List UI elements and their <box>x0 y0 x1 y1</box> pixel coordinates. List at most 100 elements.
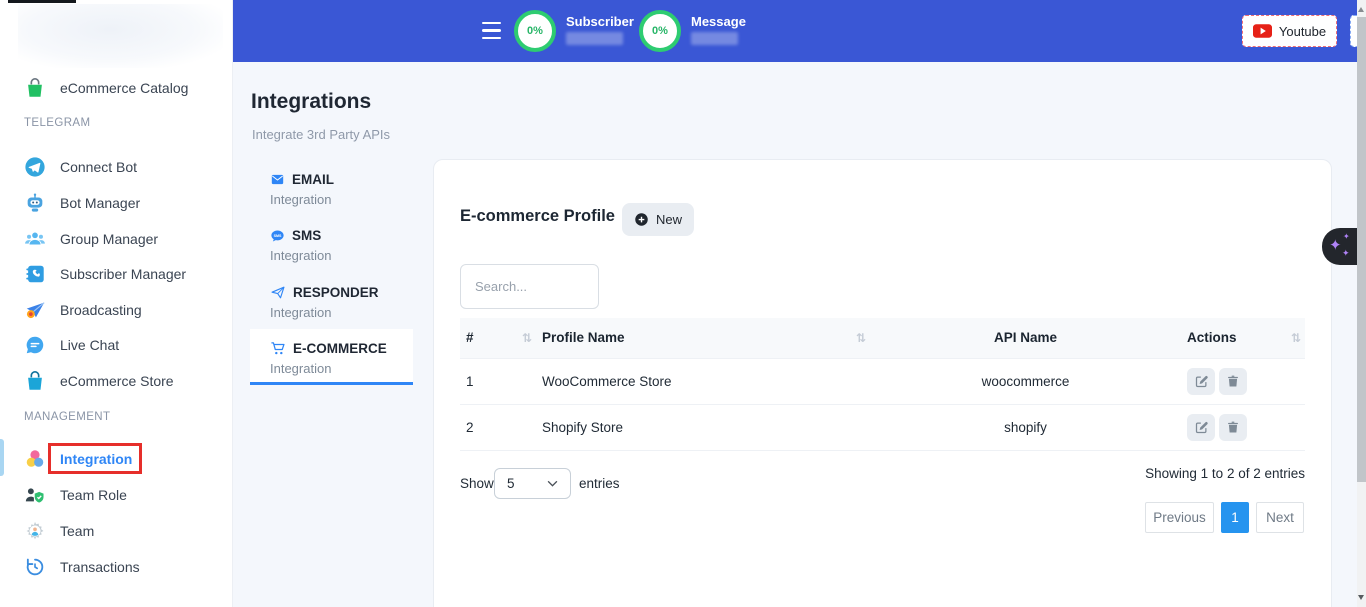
sidebar: eCommerce Catalog TELEGRAM Connect Bot B… <box>0 0 233 607</box>
sidebar-item-label: Team <box>60 523 94 539</box>
show-label: Show <box>460 476 494 491</box>
email-icon <box>270 173 285 186</box>
sparkle-icon: ✦ <box>1329 238 1342 253</box>
vertical-scrollbar[interactable] <box>1357 0 1366 607</box>
page-subtitle: Integrate 3rd Party APIs <box>252 127 390 142</box>
page-size-value: 5 <box>507 476 515 491</box>
youtube-button[interactable]: Youtube <box>1242 15 1337 47</box>
sidebar-item-ecommerce-store[interactable]: eCommerce Store <box>0 367 233 395</box>
subnav-tab-subtitle: Integration <box>270 361 420 376</box>
subscriber-redacted-value <box>566 32 623 45</box>
sidebar-item-integration[interactable]: Integration <box>0 445 233 473</box>
subnav-tab-subtitle: Integration <box>270 305 420 320</box>
ai-assistant-button[interactable]: ✦ ✦ ✦ <box>1322 228 1357 265</box>
sidebar-item-connect-bot[interactable]: Connect Bot <box>0 153 233 181</box>
delete-button[interactable] <box>1219 368 1247 395</box>
subnav-tab-title: SMS <box>292 228 321 243</box>
message-progress-circle: 0% <box>639 10 681 52</box>
sidebar-item-bot-manager[interactable]: Bot Manager <box>0 189 233 217</box>
new-button[interactable]: New <box>622 203 694 236</box>
subnav-tab-title: E-COMMERCE <box>293 341 387 356</box>
sparkle-icon: ✦ <box>1342 249 1350 258</box>
sort-icon[interactable]: ⇅ <box>856 331 866 345</box>
column-header-num[interactable]: # ⇅ <box>460 318 536 358</box>
youtube-icon <box>1253 24 1272 38</box>
broadcast-plane-icon <box>24 299 46 321</box>
sort-icon[interactable]: ⇅ <box>1291 331 1301 345</box>
pagination-page-1-button[interactable]: 1 <box>1221 502 1249 533</box>
robot-icon <box>24 192 46 214</box>
sidebar-item-ecommerce-catalog[interactable]: eCommerce Catalog <box>0 74 233 102</box>
sidebar-item-label: Team Role <box>60 487 127 503</box>
column-header-api-name[interactable]: API Name <box>870 318 1181 358</box>
trash-icon <box>1226 420 1240 435</box>
sidebar-item-group-manager[interactable]: Group Manager <box>0 225 233 253</box>
edit-pencil-icon <box>1194 374 1209 389</box>
top-header: 0% Subscriber 0% Message Youtube Discuss… <box>233 0 1357 62</box>
group-icon <box>24 228 46 250</box>
sidebar-item-label: Integration <box>60 451 132 467</box>
subnav-tab-email[interactable]: EMAIL Integration <box>270 172 420 207</box>
column-header-actions[interactable]: Actions ⇅ <box>1181 318 1305 358</box>
profile-name-cell: Shopify Store <box>536 404 870 450</box>
sort-icon[interactable]: ⇅ <box>522 331 532 345</box>
subnav-tab-responder[interactable]: RESPONDER Integration <box>270 285 420 320</box>
row-number: 2 <box>460 404 536 450</box>
message-stat-label: Message <box>691 14 746 29</box>
sidebar-item-team[interactable]: Team <box>0 517 233 545</box>
youtube-button-label: Youtube <box>1279 24 1326 39</box>
sparkle-icon: ✦ <box>1343 233 1350 241</box>
pagination-previous-button[interactable]: Previous <box>1145 502 1214 533</box>
new-button-label: New <box>656 212 682 227</box>
actions-cell <box>1181 404 1305 450</box>
subscriber-percent: 0% <box>527 25 543 37</box>
shopping-bag-blue-icon <box>24 370 46 392</box>
sidebar-item-subscriber-manager[interactable]: Subscriber Manager <box>0 260 233 288</box>
api-name-cell: woocommerce <box>870 358 1181 404</box>
pagination-next-button[interactable]: Next <box>1256 502 1304 533</box>
sidebar-item-team-role[interactable]: Team Role <box>0 481 233 509</box>
page-title: Integrations <box>251 90 371 114</box>
sidebar-section-management: MANAGEMENT <box>24 411 110 423</box>
sidebar-item-transactions[interactable]: Transactions <box>0 553 233 581</box>
subscriber-progress-circle: 0% <box>514 10 556 52</box>
sidebar-item-broadcasting[interactable]: Broadcasting <box>0 296 233 324</box>
sidebar-item-label: Bot Manager <box>60 195 140 211</box>
edit-button[interactable] <box>1187 414 1215 441</box>
page-size-select[interactable]: 5 <box>494 468 571 499</box>
subnav-tab-title: RESPONDER <box>293 285 379 300</box>
sidebar-item-label: Group Manager <box>60 231 158 247</box>
sidebar-item-label: Transactions <box>60 559 140 575</box>
svg-text:SMS: SMS <box>274 233 282 237</box>
entries-label: entries <box>579 476 620 491</box>
gear-person-icon <box>24 520 46 542</box>
scroll-up-arrow-icon[interactable] <box>1358 7 1364 12</box>
edit-button[interactable] <box>1187 368 1215 395</box>
telegram-icon <box>24 156 46 178</box>
search-input[interactable] <box>460 264 599 309</box>
api-name-cell: shopify <box>870 404 1181 450</box>
sidebar-item-live-chat[interactable]: Live Chat <box>0 331 233 359</box>
subnav-tab-sms[interactable]: SMS SMS Integration <box>270 228 420 263</box>
subnav-tab-ecommerce[interactable]: E-COMMERCE Integration <box>270 341 420 376</box>
sidebar-item-label: eCommerce Catalog <box>60 80 188 96</box>
profiles-table: # ⇅ Profile Name ⇅ API Name Actions ⇅ 1 … <box>460 318 1305 451</box>
delete-button[interactable] <box>1219 414 1247 441</box>
sidebar-item-label: Broadcasting <box>60 302 142 318</box>
app-logo <box>18 4 223 68</box>
column-header-profile-name[interactable]: Profile Name ⇅ <box>536 318 870 358</box>
shopping-bag-green-icon <box>24 77 46 99</box>
contact-book-icon <box>24 263 46 285</box>
subscriber-stat-label: Subscriber <box>566 14 634 29</box>
sidebar-item-label: Live Chat <box>60 337 119 353</box>
scroll-down-arrow-icon[interactable] <box>1358 595 1364 600</box>
table-row: 1 WooCommerce Store woocommerce <box>460 358 1305 404</box>
chat-bubble-icon <box>24 334 46 356</box>
actions-cell <box>1181 358 1305 404</box>
hamburger-menu-icon[interactable] <box>482 22 501 39</box>
scrollbar-thumb[interactable] <box>1357 17 1366 482</box>
message-percent: 0% <box>652 25 668 37</box>
chevron-down-icon <box>547 480 558 487</box>
sidebar-section-telegram: TELEGRAM <box>24 117 90 129</box>
profile-name-cell: WooCommerce Store <box>536 358 870 404</box>
